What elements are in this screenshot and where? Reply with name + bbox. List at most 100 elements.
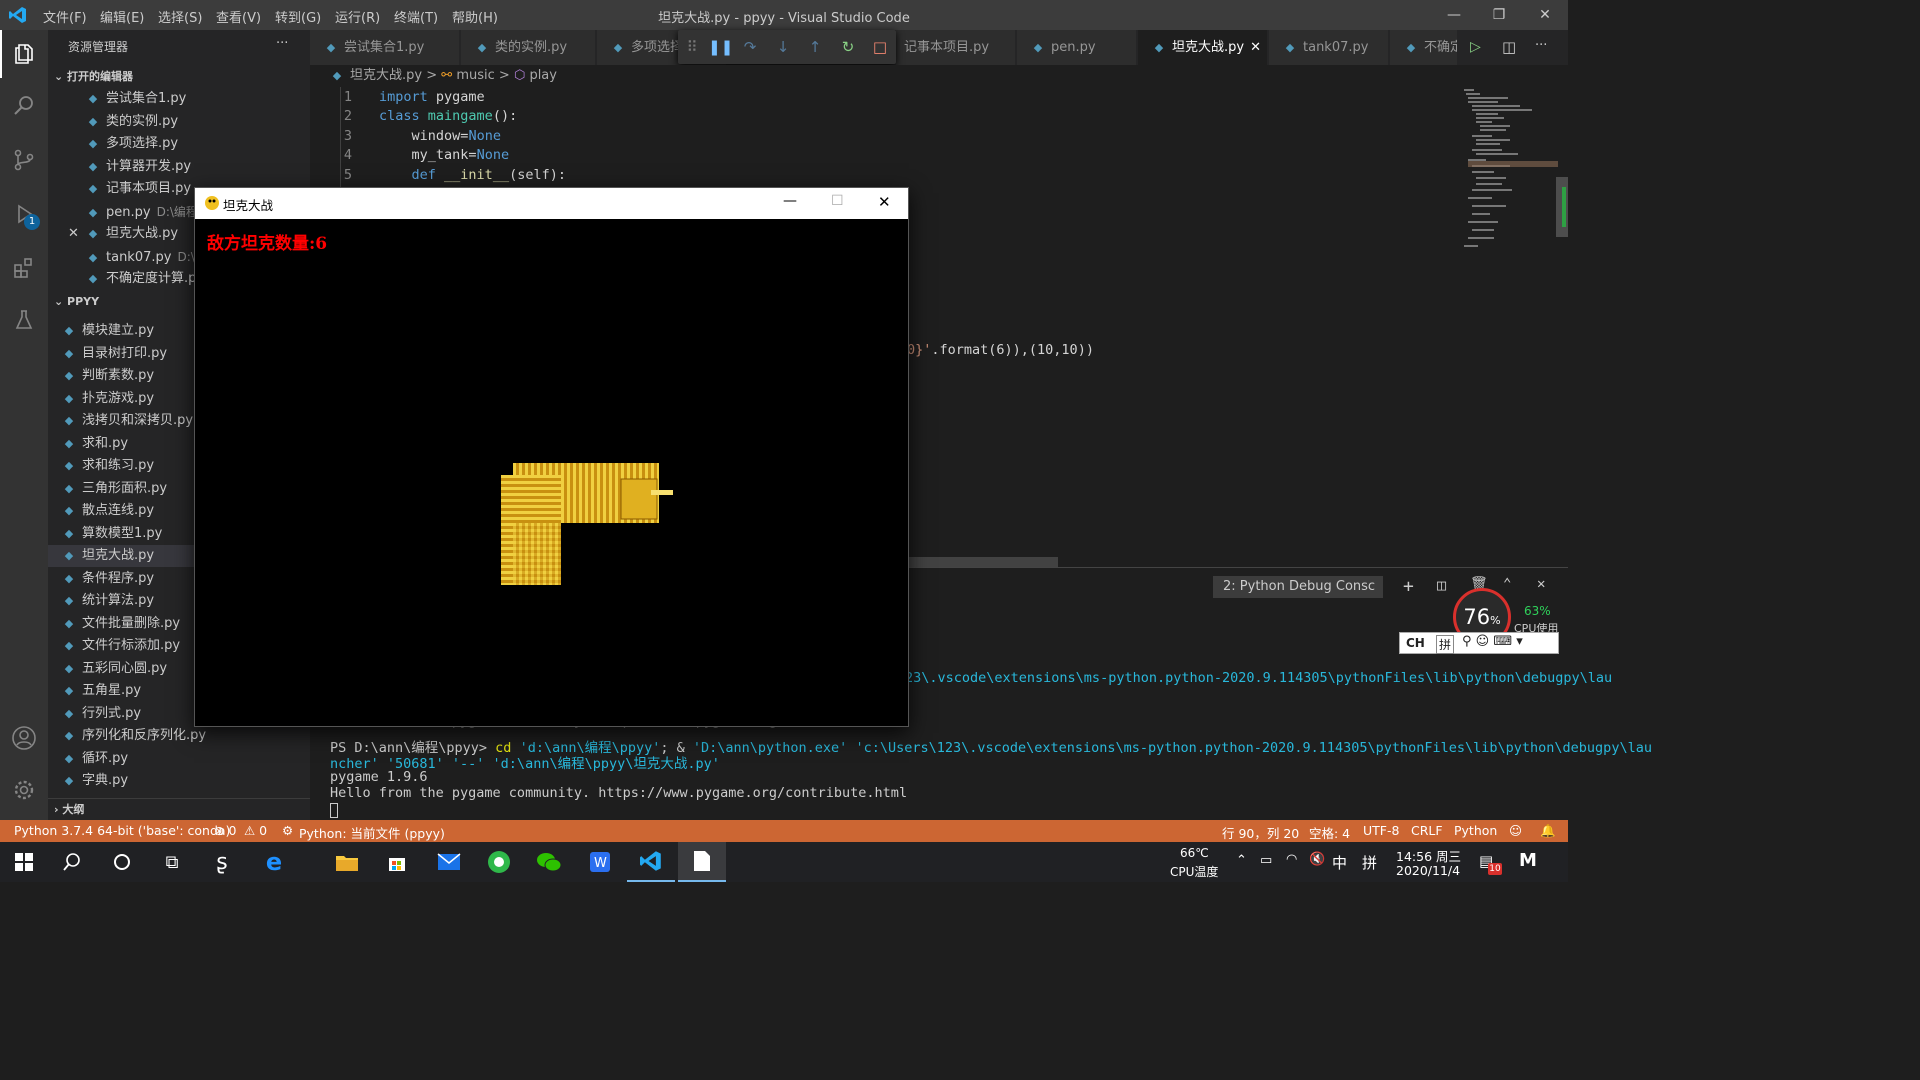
tab-记事本项目[interactable]: 记事本项目.py <box>896 30 1016 65</box>
restore-icon[interactable]: ❐ <box>1476 0 1522 30</box>
encoding[interactable]: UTF-8 <box>1363 823 1399 838</box>
clock-date[interactable]: 2020/11/4 <box>1396 863 1460 878</box>
tab-不确定[interactable]: ◆ 不确定 <box>1390 30 1458 65</box>
split-editor-icon[interactable]: ◫ <box>1502 38 1516 56</box>
tab-tank07[interactable]: ◆ tank07.py <box>1269 30 1389 65</box>
breadcrumb-file[interactable]: 坦克大战.py <box>350 68 422 83</box>
breadcrumb-member[interactable]: play <box>529 68 557 83</box>
show-hidden-icons-chevron[interactable]: ⌃ <box>1236 853 1247 868</box>
step-over-icon[interactable]: ↷ <box>740 37 760 57</box>
pygame-window-taskbar-icon[interactable] <box>678 842 726 882</box>
error-count[interactable]: ⊗ 0 <box>214 823 236 838</box>
tab-类的实例[interactable]: ◆ 类的实例.py <box>461 30 596 65</box>
step-out-icon[interactable]: ↑ <box>805 37 825 57</box>
stop-icon[interactable]: □ <box>870 37 890 57</box>
split-terminal-icon[interactable]: ◫ <box>1437 576 1446 594</box>
input-app-m-icon[interactable]: M <box>1519 850 1537 871</box>
wifi-icon[interactable]: ◠ <box>1286 852 1297 867</box>
minimize-icon[interactable]: — <box>1431 0 1477 30</box>
minimap[interactable] <box>1458 87 1568 567</box>
step-into-icon[interactable]: ↓ <box>773 37 793 57</box>
ime-pinyin-mode[interactable]: 拼 <box>1362 852 1377 873</box>
search-icon[interactable] <box>48 842 96 882</box>
language-mode[interactable]: Python <box>1454 823 1497 838</box>
ime-tools-icon[interactable]: ⚲ ☺ ⌨ ▾ <box>1462 634 1523 649</box>
task-view-icon[interactable]: ⧉ <box>148 842 196 882</box>
feedback-icon[interactable]: ☺ <box>1509 823 1522 838</box>
file-list-item[interactable]: ◆ 序列化和反序列化.py <box>48 725 310 747</box>
close-panel-icon[interactable]: ✕ <box>1537 576 1545 592</box>
horizontal-scrollbar[interactable] <box>908 557 1058 567</box>
vscode-taskbar-icon[interactable] <box>627 842 675 882</box>
restart-icon[interactable]: ↻ <box>838 37 858 57</box>
pygame-minimize-icon[interactable]: — <box>783 193 797 209</box>
more-icon[interactable]: ··· <box>1535 38 1547 53</box>
file-explorer-icon[interactable] <box>323 842 371 882</box>
pause-icon[interactable]: ❚❚ <box>708 37 733 57</box>
close-window-icon[interactable]: ✕ <box>1522 0 1568 30</box>
app-s-icon[interactable]: ʂ <box>198 842 246 882</box>
debug-config[interactable]: Python: 当前文件 (ppyy) <box>299 823 445 842</box>
file-list-item[interactable]: ◆ 字典.py <box>48 770 310 792</box>
browser-green-icon[interactable] <box>475 842 523 882</box>
drag-handle-icon[interactable]: ⠿ <box>682 37 702 57</box>
volume-muted-icon[interactable]: 🔇 <box>1309 852 1325 867</box>
source-control-icon[interactable] <box>0 136 48 184</box>
menu-selection[interactable]: 选择(S) <box>158 7 202 26</box>
menu-view[interactable]: 查看(V) <box>216 7 261 26</box>
explorer-icon[interactable] <box>0 30 48 78</box>
pygame-titlebar[interactable]: 坦克大战 — ☐ ✕ <box>195 188 908 219</box>
ie-browser-icon[interactable]: e <box>250 842 298 882</box>
bell-icon[interactable]: 🔔 <box>1540 823 1556 839</box>
open-editors-section[interactable]: ⌄ 打开的编辑器 <box>48 66 310 88</box>
open-editor-item[interactable]: ◆ 尝试集合1.py <box>48 88 310 110</box>
pygame-maximize-icon[interactable]: ☐ <box>831 193 844 209</box>
settings-gear-icon[interactable] <box>0 766 48 814</box>
warning-count[interactable]: ⚠ 0 <box>244 823 267 838</box>
outline-section[interactable]: › 大纲 <box>48 798 310 820</box>
python-interpreter[interactable]: Python 3.7.4 64-bit ('base': conda) <box>14 823 230 838</box>
store-icon[interactable] <box>373 842 421 882</box>
pygame-close-icon[interactable]: ✕ <box>878 193 891 211</box>
line-ending[interactable]: CRLF <box>1411 823 1443 838</box>
extensions-icon[interactable] <box>0 244 48 292</box>
maximize-panel-icon[interactable]: ⌃ <box>1503 576 1511 592</box>
ime-toolbar[interactable]: CH 拼 ⚲ ☺ ⌨ ▾ <box>1399 632 1559 654</box>
account-icon[interactable] <box>0 714 48 762</box>
pygame-window[interactable]: 坦克大战 — ☐ ✕ 敌方坦克数量:6 <box>194 187 909 727</box>
tab-pen[interactable]: ◆ pen.py <box>1017 30 1137 65</box>
menu-terminal[interactable]: 终端(T) <box>394 7 438 26</box>
ime-language[interactable]: CH <box>1406 636 1425 650</box>
add-terminal-icon[interactable]: + <box>1403 576 1414 597</box>
run-file-icon[interactable]: ▷ <box>1470 39 1481 55</box>
ime-mode-zh[interactable]: 中 <box>1332 852 1347 873</box>
menu-edit[interactable]: 编辑(E) <box>100 7 144 26</box>
open-editor-item[interactable]: ◆ 计算器开发.py <box>48 156 310 178</box>
run-debug-icon[interactable]: 1 <box>0 190 48 238</box>
open-editor-item[interactable]: ◆ 多项选择.py <box>48 133 310 155</box>
menu-file[interactable]: 文件(F) <box>43 7 87 26</box>
menu-help[interactable]: 帮助(H) <box>452 7 498 26</box>
mail-icon[interactable] <box>425 842 473 882</box>
windows-start-icon[interactable] <box>0 842 48 882</box>
battery-icon[interactable]: ▭ <box>1260 853 1272 868</box>
file-list-item[interactable]: ◆ 循环.py <box>48 748 310 770</box>
close-tab-icon[interactable]: ✕ <box>1250 40 1261 55</box>
more-actions-icon[interactable]: ··· <box>276 36 288 51</box>
tab-尝试集合1[interactable]: ◆ 尝试集合1.py <box>310 30 460 65</box>
tab-坦克大战[interactable]: ◆ 坦克大战.py ✕ <box>1138 30 1268 65</box>
open-editor-item[interactable]: ◆ 类的实例.py <box>48 111 310 133</box>
terminal-select[interactable]: 2: Python Debug Consc <box>1213 576 1383 598</box>
indentation[interactable]: 空格: 4 <box>1309 823 1350 842</box>
search-icon[interactable] <box>0 82 48 130</box>
testing-flask-icon[interactable] <box>0 296 48 344</box>
breadcrumb-class[interactable]: music <box>456 68 494 83</box>
menu-run[interactable]: 运行(R) <box>335 7 380 26</box>
cortana-icon[interactable] <box>98 842 146 882</box>
cursor-position[interactable]: 行 90，列 20 <box>1222 823 1299 842</box>
ime-pinyin[interactable]: 拼 <box>1436 635 1455 654</box>
close-editor-icon[interactable]: ✕ <box>68 223 79 245</box>
menu-go[interactable]: 转到(G) <box>275 7 321 26</box>
wps-writer-icon[interactable]: W <box>576 842 624 882</box>
wechat-icon[interactable] <box>525 842 573 882</box>
